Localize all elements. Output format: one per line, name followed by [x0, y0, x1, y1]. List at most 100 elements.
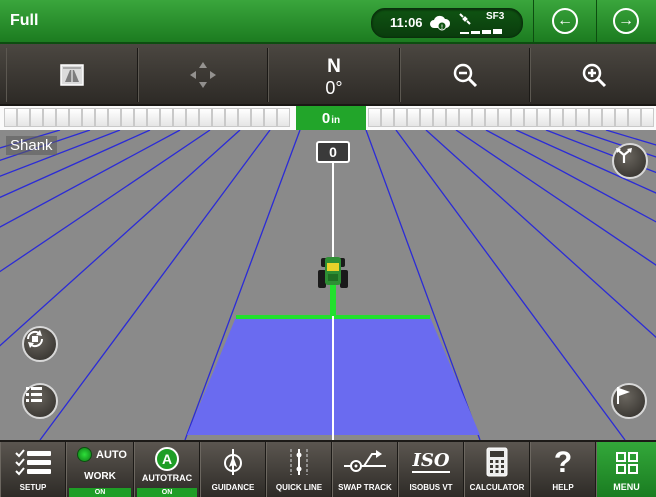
- setup-button[interactable]: SETUP: [0, 442, 66, 497]
- quick-line-icon: [290, 449, 308, 475]
- field-view-icon: [60, 64, 84, 86]
- lightbar-cell: [95, 108, 108, 127]
- autotrac-on-indicator: ON: [137, 488, 197, 497]
- tractor-icon: [318, 257, 348, 288]
- lightbar-cell: [433, 108, 446, 127]
- lightbar-cell: [121, 108, 134, 127]
- autotrac-label: AUTOTRAC: [141, 473, 193, 483]
- track-offset-value: 0: [321, 109, 331, 127]
- quick-line-icon-wrap: [267, 447, 331, 477]
- lightbar: 0 in: [0, 106, 656, 131]
- menu-button[interactable]: MENU: [596, 442, 656, 497]
- lightbar-cell: [550, 108, 563, 127]
- heading-value: 0°: [325, 78, 343, 98]
- zoom-in-icon: [582, 63, 606, 88]
- work-label: WORK: [84, 471, 116, 482]
- checklist-icon: [15, 449, 51, 476]
- zoom-in-button[interactable]: [530, 48, 656, 102]
- guidance-run-screen: Full 11:06 ! SF3 ← → N 0° 0 in Shank 0 S…: [0, 0, 656, 497]
- arrow-right-icon: →: [613, 8, 639, 34]
- map-toolbar: N 0°: [0, 44, 656, 106]
- work-button[interactable]: AUTO WORK ON: [66, 442, 134, 497]
- guidance-line: [0, 130, 121, 177]
- guidance-options-button[interactable]: [612, 143, 648, 179]
- lightbar-cell: [82, 108, 95, 127]
- quick-line-button[interactable]: QUICK LINE: [266, 442, 332, 497]
- isobus-vt-label: ISOBUS VT: [409, 483, 453, 492]
- clock: 11:06: [390, 15, 423, 30]
- signal-strength-icon: [460, 27, 510, 34]
- flag-icon: [617, 387, 630, 404]
- help-label: HELP: [552, 483, 574, 492]
- shortcut-bar: SETUP AUTO WORK ON A AUTOTRAC ON GUIDANC…: [0, 440, 656, 497]
- swap-track-icon-wrap: [333, 447, 397, 477]
- swap-track-label: SWAP TRACK: [338, 483, 392, 492]
- guidance-label: GUIDANCE: [211, 483, 255, 492]
- forward-button[interactable]: →: [597, 4, 655, 38]
- back-button[interactable]: ←: [536, 4, 594, 38]
- status-indicator[interactable]: 11:06 ! SF3: [371, 8, 523, 38]
- pan-button[interactable]: [138, 48, 268, 102]
- swap-track-icon: [344, 450, 386, 472]
- lightbar-cell: [615, 108, 628, 127]
- satellite-icon: [459, 13, 471, 25]
- title-bar: Full 11:06 ! SF3 ← →: [0, 0, 656, 44]
- divider: [533, 0, 534, 42]
- signal-bar: [471, 31, 480, 34]
- lightbar-cell: [56, 108, 69, 127]
- list-button[interactable]: [22, 383, 58, 419]
- implement-label: Shank: [6, 136, 57, 155]
- help-button[interactable]: ? HELP: [530, 442, 596, 497]
- arrow-left-icon: ←: [552, 8, 578, 34]
- lightbar-cell: [43, 108, 56, 127]
- signal-bar: [493, 29, 502, 34]
- lightbar-cell: [225, 108, 238, 127]
- lightbar-cell: [420, 108, 433, 127]
- cloud-alert-icon: !: [430, 15, 451, 31]
- lightbar-cell: [537, 108, 550, 127]
- lightbar-cell: [251, 108, 264, 127]
- guidance-icon-wrap: [201, 447, 265, 477]
- isobus-vt-button[interactable]: ISO ISOBUS VT: [398, 442, 464, 497]
- field-view-button[interactable]: [6, 48, 138, 102]
- guidance-icon: [224, 449, 242, 475]
- lightbar-cell: [628, 108, 641, 127]
- rotate-view-button[interactable]: [22, 326, 58, 362]
- pan-arrows-icon: [190, 62, 216, 88]
- fork-arrows-icon: [616, 148, 632, 163]
- autotrac-icon-wrap: A: [135, 447, 199, 471]
- lightbar-cell: [563, 108, 576, 127]
- autotrac-button[interactable]: A AUTOTRAC ON: [134, 442, 200, 497]
- lightbar-cell: [524, 108, 537, 127]
- lightbar-cell: [485, 108, 498, 127]
- work-status-indicator: [77, 447, 92, 462]
- heading-direction: N: [327, 56, 341, 77]
- lightbar-cell: [459, 108, 472, 127]
- lightbar-cell: [212, 108, 225, 127]
- autotrac-icon: A: [155, 447, 179, 471]
- guidance-button[interactable]: GUIDANCE: [200, 442, 266, 497]
- lightbar-cell: [641, 108, 654, 127]
- field-map-canvas: [0, 130, 656, 440]
- lightbar-cell: [30, 108, 43, 127]
- field-map[interactable]: Shank 0: [0, 130, 656, 440]
- zoom-out-button[interactable]: [400, 48, 530, 102]
- lightbar-cell: [134, 108, 147, 127]
- work-status-label: AUTO: [96, 448, 127, 461]
- flag-button[interactable]: [611, 383, 647, 419]
- svg-text:!: !: [441, 25, 443, 31]
- work-status: AUTO: [77, 447, 127, 462]
- rotate-view-icon: [26, 330, 44, 348]
- lightbar-cell: [69, 108, 82, 127]
- calculator-button[interactable]: CALCULATOR: [464, 442, 530, 497]
- lightbar-cell: [576, 108, 589, 127]
- lightbar-cell: [407, 108, 420, 127]
- track-offset-unit: in: [331, 114, 341, 126]
- signal-bar: [482, 30, 491, 34]
- grid-menu-icon: [615, 452, 638, 474]
- lightbar-cell: [368, 108, 381, 127]
- calculator-icon: [486, 447, 508, 477]
- help-icon-wrap: ?: [531, 447, 595, 479]
- zoom-out-icon: [453, 63, 478, 88]
- swap-track-button[interactable]: SWAP TRACK: [332, 442, 398, 497]
